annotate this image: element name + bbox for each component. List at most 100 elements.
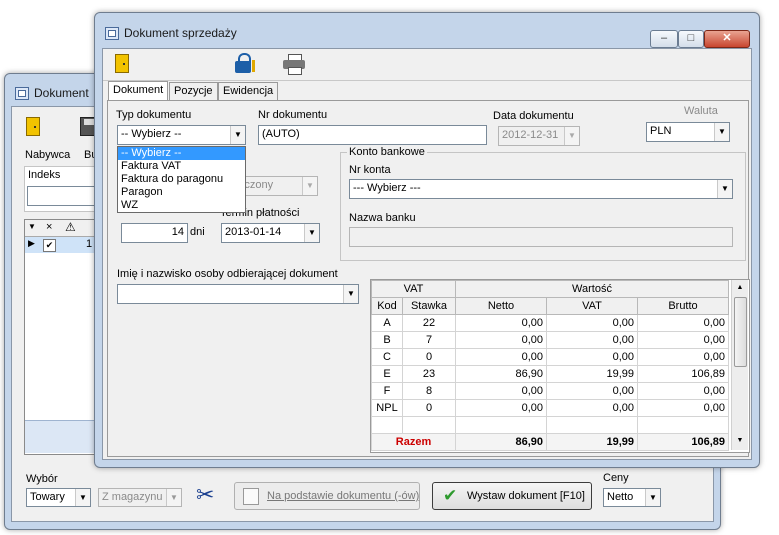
tab-dokument[interactable]: Dokument [108, 81, 169, 101]
table-row[interactable]: B 7 0,00 0,00 0,00 [371, 331, 729, 349]
chevron-down-icon[interactable]: ▼ [343, 285, 358, 303]
doc-date-value: 2012-12-31 [502, 129, 559, 141]
vat-group-header: VAT [371, 280, 456, 298]
cell-vat: 0,00 [546, 331, 638, 349]
tab-ewidencja[interactable]: Ewidencja [218, 82, 279, 100]
table-row[interactable]: A 22 0,00 0,00 0,00 [371, 314, 729, 332]
cell-kod: C [371, 348, 403, 366]
maximize-button[interactable]: □ [678, 30, 704, 48]
printer-icon[interactable] [283, 54, 305, 75]
total-brutto: 106,89 [637, 433, 729, 451]
tab-buyer[interactable]: Nabywca [25, 149, 70, 161]
doc-date-input: 2012-12-31 ▼ [498, 126, 580, 146]
scissors-icon[interactable]: ✂ [196, 483, 214, 507]
doc-type-dropdown-list[interactable]: -- Wybierz -- Faktura VAT Faktura do par… [117, 146, 246, 213]
table-scrollbar[interactable]: ▲ ▼ [731, 280, 748, 450]
prices-label: Ceny [603, 472, 629, 484]
col-netto: Netto [455, 297, 547, 315]
main-window-title: Dokument sprzedaży [124, 26, 237, 40]
cell-vat: 0,00 [546, 348, 638, 366]
cell-netto: 0,00 [455, 314, 547, 332]
tab-panel: Typ dokumentu -- Wybierz -- ▼ Nr dokumen… [107, 100, 750, 457]
chevron-down-icon[interactable]: ▼ [645, 489, 660, 506]
cell-kod: F [371, 382, 403, 400]
table-row[interactable]: C 0 0,00 0,00 0,00 [371, 348, 729, 366]
vat-table: VAT Wartość Kod Stawka Netto VAT Brutto … [371, 280, 729, 451]
list-item[interactable]: WZ [118, 199, 245, 212]
selection-select[interactable]: Towary ▼ [26, 488, 91, 507]
based-on-label: Na podstawie dokumentu (-ów) [267, 490, 420, 502]
table-row[interactable]: NPL 0 0,00 0,00 0,00 [371, 399, 729, 417]
account-select[interactable]: --- Wybierz --- ▼ [349, 179, 733, 199]
chevron-down-icon[interactable]: ▼ [230, 126, 245, 144]
issue-label: Wystaw dokument [F10] [467, 490, 585, 502]
col-kod: Kod [371, 297, 403, 315]
scroll-thumb[interactable] [734, 297, 747, 367]
total-netto: 86,90 [455, 433, 547, 451]
cell-netto: 0,00 [455, 382, 547, 400]
background-window-title: Dokument [34, 86, 89, 100]
table-row[interactable]: E 23 86,90 19,99 106,89 [371, 365, 729, 383]
cell-netto: 0,00 [455, 399, 547, 417]
value-group-header: Wartość [455, 280, 729, 298]
doc-date-label: Data dokumentu [493, 110, 574, 122]
close-button[interactable]: ✕ [704, 30, 750, 48]
chevron-down-icon[interactable]: ▼ [717, 180, 732, 198]
cell-vat: 0,00 [546, 314, 638, 332]
payment-days-input[interactable]: 14 [121, 223, 188, 243]
prices-value: Netto [607, 491, 634, 503]
cell-brutto: 106,89 [637, 365, 729, 383]
warehouse-select[interactable]: Z magazynu ▼ [98, 488, 182, 507]
payment-due-select[interactable]: 2013-01-14 ▼ [221, 223, 320, 243]
door-exit-icon[interactable] [26, 117, 40, 136]
tab-pozycje[interactable]: Pozycje [169, 82, 218, 100]
chevron-down-icon[interactable]: ▼ [166, 489, 181, 506]
table-row[interactable]: F 8 0,00 0,00 0,00 [371, 382, 729, 400]
payment-due-value: 2013-01-14 [225, 226, 282, 238]
doc-type-select[interactable]: -- Wybierz -- ▼ [117, 125, 246, 145]
cell-stawka: 8 [402, 382, 456, 400]
cell-vat: 19,99 [546, 365, 638, 383]
chevron-down-icon[interactable]: ▼ [28, 222, 36, 231]
selection-value: Towary [30, 491, 65, 503]
list-item[interactable]: Faktura VAT [118, 160, 245, 173]
receiver-select[interactable]: ▼ [117, 284, 359, 304]
prices-select[interactable]: Netto ▼ [603, 488, 661, 507]
based-on-document-button[interactable]: Na podstawie dokumentu (-ów) [234, 482, 420, 510]
lock-icon[interactable] [235, 53, 257, 75]
account-label: Nr konta [349, 164, 391, 176]
minimize-button[interactable]: – [650, 30, 678, 48]
cell-netto: 0,00 [455, 331, 547, 349]
doc-type-label: Typ dokumentu [116, 109, 192, 121]
chevron-down-icon[interactable]: ▼ [75, 489, 90, 506]
doc-number-input[interactable]: (AUTO) [258, 125, 487, 145]
list-item[interactable]: -- Wybierz -- [118, 147, 245, 160]
total-label: Razem [371, 433, 456, 451]
cell-kod: A [371, 314, 403, 332]
cell-brutto: 0,00 [637, 399, 729, 417]
issue-document-button[interactable]: ✔ Wystaw dokument [F10] [432, 482, 592, 510]
chevron-down-icon[interactable]: ▼ [304, 224, 319, 242]
cell-kod: E [371, 365, 403, 383]
currency-label: Waluta [684, 105, 718, 117]
door-exit-icon[interactable] [115, 54, 129, 73]
row-checkbox[interactable]: ✔ [43, 239, 56, 252]
scroll-up-icon[interactable]: ▲ [732, 281, 748, 295]
table-spacer-row [371, 416, 729, 434]
payment-days-value: 14 [171, 226, 184, 238]
cell-brutto: 0,00 [637, 314, 729, 332]
cell-stawka: 0 [402, 348, 456, 366]
list-item[interactable]: Paragon [118, 186, 245, 199]
warning-icon: ⚠ [65, 220, 76, 234]
list-item[interactable]: Faktura do paragonu [118, 173, 245, 186]
window-app-icon [105, 27, 119, 40]
cell-vat: 0,00 [546, 399, 638, 417]
cell-kod: B [371, 331, 403, 349]
cell-stawka: 0 [402, 399, 456, 417]
currency-select[interactable]: PLN ▼ [646, 122, 730, 142]
bank-name-input [349, 227, 733, 247]
main-window-body: Dokument Pozycje Ewidencja Typ dokumentu… [102, 48, 752, 460]
scroll-down-icon[interactable]: ▼ [732, 434, 748, 448]
receiver-label: Imię i nazwisko osoby odbierającej dokum… [117, 268, 338, 280]
chevron-down-icon[interactable]: ▼ [714, 123, 729, 141]
